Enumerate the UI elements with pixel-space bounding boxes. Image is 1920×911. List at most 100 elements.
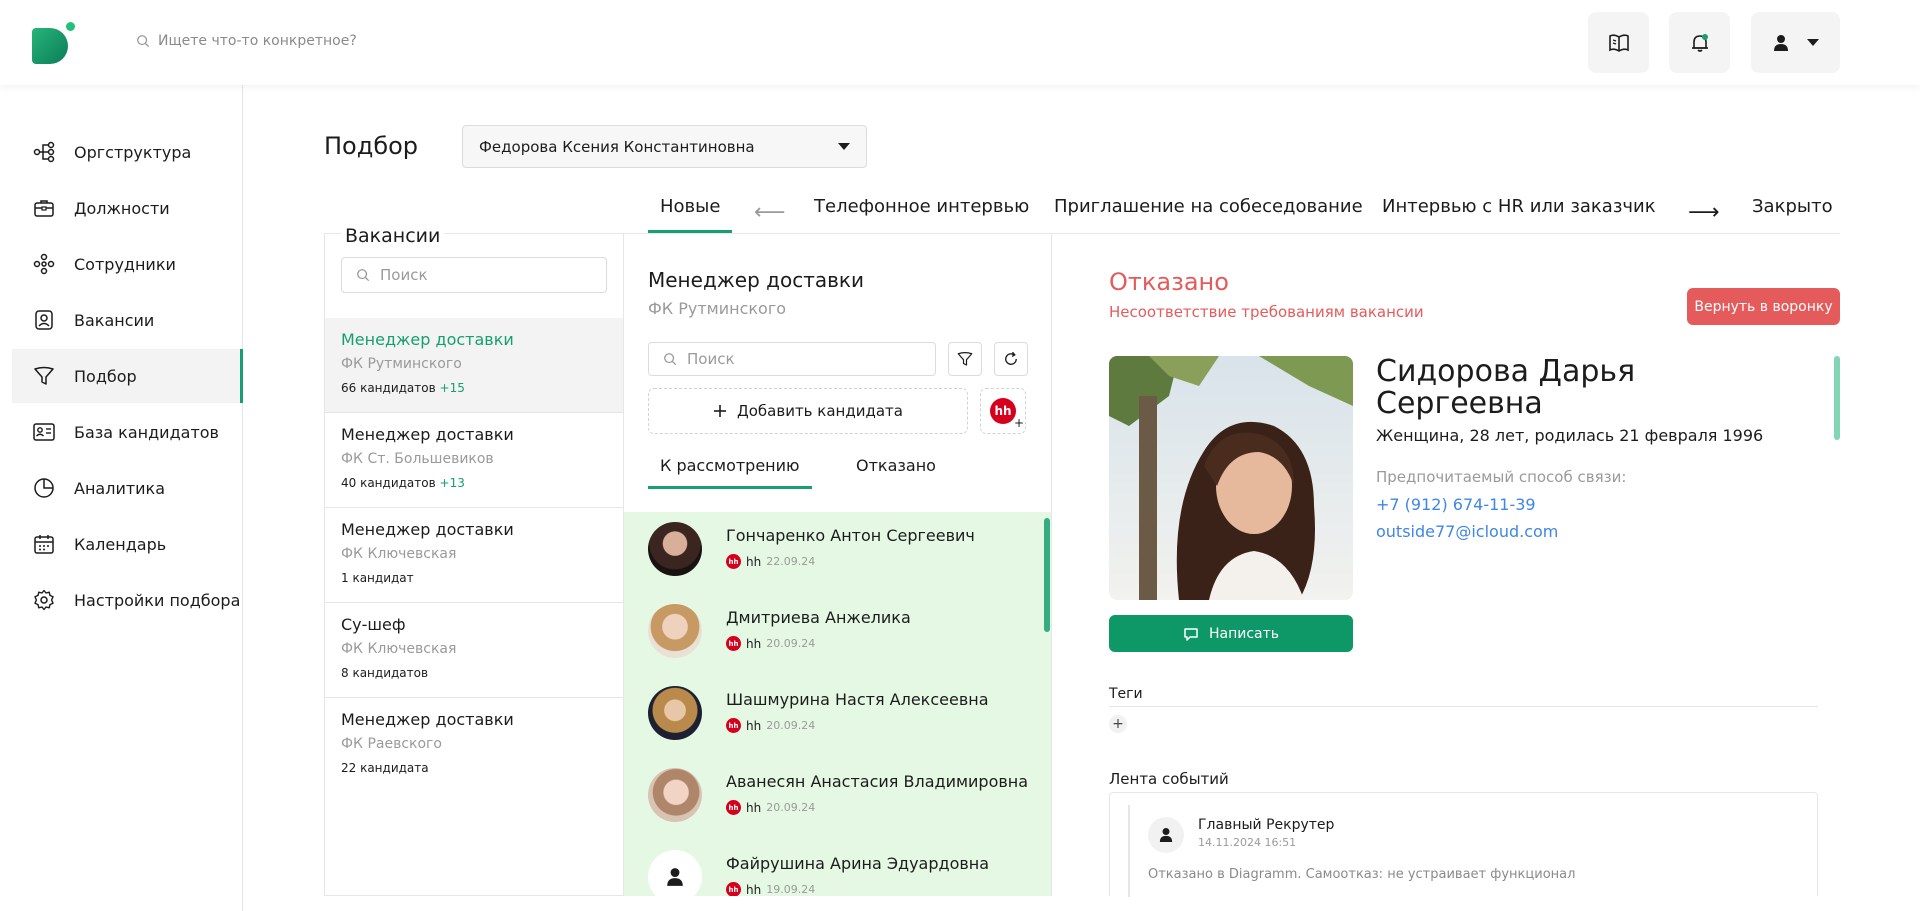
sidebar-item-calendar[interactable]: Календарь (12, 517, 243, 571)
sidebar-item-vacancies[interactable]: Вакансии (12, 293, 243, 347)
tab-stage-invitation[interactable]: Приглашение на собеседование (1054, 196, 1363, 217)
candidate-avatar (648, 604, 702, 658)
tab-rejected[interactable]: Отказано (856, 456, 936, 475)
badge-icon (35, 310, 53, 330)
hh-logo-icon: hh (726, 718, 741, 733)
candidate-info: Женщина, 28 лет, родилась 21 февраля 199… (1376, 426, 1764, 445)
sidebar-item-label: Настройки подбора (74, 590, 241, 610)
sidebar-item-employees[interactable]: Сотрудники (12, 237, 243, 291)
candidate-date: 19.09.24 (766, 883, 816, 896)
sidebar-item-positions[interactable]: Должности (12, 181, 243, 235)
bell-icon (1691, 33, 1708, 52)
vacancies-panel: Вакансии Поиск Менеджер доставки ФК Рутм… (324, 225, 624, 896)
tags-label: Теги (1109, 686, 1143, 702)
feed-timestamp: 14.11.2024 16:51 (1198, 836, 1297, 849)
tab-under-review[interactable]: К рассмотрению (648, 456, 811, 489)
candidate-source: hh (746, 882, 762, 897)
list-item[interactable]: Менеджер доставки ФК Рутминского 66 канд… (325, 318, 623, 413)
list-item[interactable]: Менеджер доставки ФК Раевского 22 кандид… (325, 698, 623, 793)
sidebar-item-org-structure[interactable]: Оргструктура (12, 125, 243, 179)
plus-icon (714, 405, 727, 417)
search-icon (357, 269, 370, 282)
app-logo[interactable] (32, 22, 75, 64)
recruiter-select[interactable]: Федорова Ксения Константиновна (462, 125, 867, 168)
contact-card-icon (33, 423, 55, 441)
hh-logo-icon: hh (726, 636, 741, 651)
candidate-date: 20.09.24 (766, 719, 816, 732)
filter-button[interactable] (948, 342, 982, 376)
detail-scrollbar[interactable] (1834, 356, 1840, 440)
sidebar-item-label: Подбор (74, 366, 137, 386)
candidate-source: hh (746, 636, 762, 651)
candidate-date: 20.09.24 (766, 801, 816, 814)
feed-author: Главный Рекрутер (1198, 817, 1335, 833)
candidates-scrollbar[interactable] (1044, 518, 1050, 632)
tab-stage-closed[interactable]: Закрыто (1752, 196, 1833, 217)
list-item[interactable]: Шашмурина Настя Алексеевна hh hh 20.09.24 (624, 676, 1051, 758)
events-feed: Главный Рекрутер 14.11.2024 16:51 Отказа… (1109, 792, 1818, 897)
vacancy-title: Менеджер доставки (648, 268, 864, 292)
list-item[interactable]: Аванесян Анастасия Владимировна hh hh 20.0… (624, 758, 1051, 840)
tab-stage-phone-interview[interactable]: Телефонное интервью (814, 196, 1029, 217)
chevron-down-icon (1806, 39, 1819, 46)
candidate-full-name: Сидорова Дарья Сергеевна (1376, 354, 1636, 421)
sidebar-item-candidate-base[interactable]: База кандидатов (12, 405, 243, 459)
vacancies-search-input[interactable]: Поиск (341, 257, 607, 293)
feed-entry: Главный Рекрутер 14.11.2024 16:51 Отказа… (1128, 805, 1798, 897)
vacancy-name: Су-шеф (341, 615, 406, 634)
write-message-label: Написать (1208, 625, 1280, 642)
add-tag-button[interactable]: + (1109, 715, 1127, 733)
user-icon (667, 868, 683, 886)
add-candidate-button[interactable]: Добавить кандидата (648, 388, 968, 434)
knowledge-base-button[interactable] (1588, 12, 1649, 73)
hh-logo-icon: hh (726, 554, 741, 569)
candidate-avatar (648, 522, 702, 576)
tab-stage-new[interactable]: Новые (647, 196, 734, 233)
sidebar-item-label: Вакансии (74, 310, 155, 330)
stage-tabs: Новые ⟵ Телефонное интервью Приглашение … (324, 196, 1840, 234)
vacancy-subtitle: ФК Рутминского (648, 299, 787, 318)
global-search[interactable]: Ищете что-то конкретное? (136, 33, 357, 49)
candidate-email-link[interactable]: outside77@icloud.com (1376, 522, 1558, 541)
sidebar: Оргструктура Должности Сотрудники Ваканс… (0, 85, 243, 911)
list-item[interactable]: Файрушина Арина Эдуардовна hh hh 19.09.24 (624, 840, 1051, 897)
avatar (1148, 817, 1184, 853)
arrow-left-icon[interactable]: ⟵ (754, 200, 786, 225)
candidate-phone-link[interactable]: +7 (912) 674-11-39 (1376, 495, 1536, 514)
vacancy-name: Менеджер доставки (341, 425, 514, 444)
rejection-reason: Несоответствие требованиям вакансии (1109, 303, 1424, 321)
list-item[interactable]: Менеджер доставки ФК Ключевская 1 кандид… (325, 508, 623, 603)
hh-logo-icon: hh (726, 800, 741, 815)
hh-logo-icon: hh (726, 882, 741, 896)
list-item[interactable]: Дмитриева Анжелика hh hh 20.09.24 (624, 594, 1051, 676)
notifications-button[interactable] (1669, 12, 1730, 73)
sidebar-item-label: База кандидатов (74, 422, 219, 442)
user-menu-button[interactable] (1751, 12, 1840, 73)
search-icon (664, 353, 677, 366)
write-message-button[interactable]: Написать (1109, 615, 1353, 652)
sidebar-item-recruitment-settings[interactable]: Настройки подбора (12, 573, 243, 627)
candidates-search-input[interactable]: Поиск (648, 342, 936, 376)
add-candidate-label: Добавить кандидата (737, 402, 903, 420)
page-title: Подбор (324, 132, 419, 160)
list-item[interactable]: Менеджер доставки ФК Ст. Большевиков 40 … (325, 413, 623, 508)
return-to-funnel-button[interactable]: Вернуть в воронку (1687, 288, 1840, 325)
list-item[interactable]: Су-шеф ФК Ключевская 8 кандидатов (325, 603, 623, 698)
sidebar-item-analytics[interactable]: Аналитика (12, 461, 243, 515)
calendar-icon (34, 535, 54, 554)
arrow-right-icon[interactable]: ⟶ (1688, 200, 1720, 225)
candidate-photo (1109, 356, 1353, 600)
vacancy-club: ФК Раевского (341, 736, 442, 752)
refresh-button[interactable] (994, 342, 1028, 376)
candidate-source: hh (746, 554, 762, 569)
global-search-input[interactable]: Ищете что-то конкретное? (158, 33, 357, 49)
sidebar-item-recruitment[interactable]: Подбор (12, 349, 243, 403)
candidate-date: 22.09.24 (766, 555, 816, 568)
import-from-hh-button[interactable]: hh + (980, 388, 1026, 434)
list-item[interactable]: Гончаренко Антон Сергеевич hh hh 22.09.24 (624, 512, 1051, 594)
vacancy-club: ФК Рутминского (341, 356, 462, 372)
refresh-icon (1005, 351, 1017, 365)
tab-stage-hr-interview[interactable]: Интервью с HR или заказчик (1382, 196, 1656, 217)
vacancies-title: Вакансии (341, 225, 445, 247)
vacancy-name: Менеджер доставки (341, 710, 514, 729)
